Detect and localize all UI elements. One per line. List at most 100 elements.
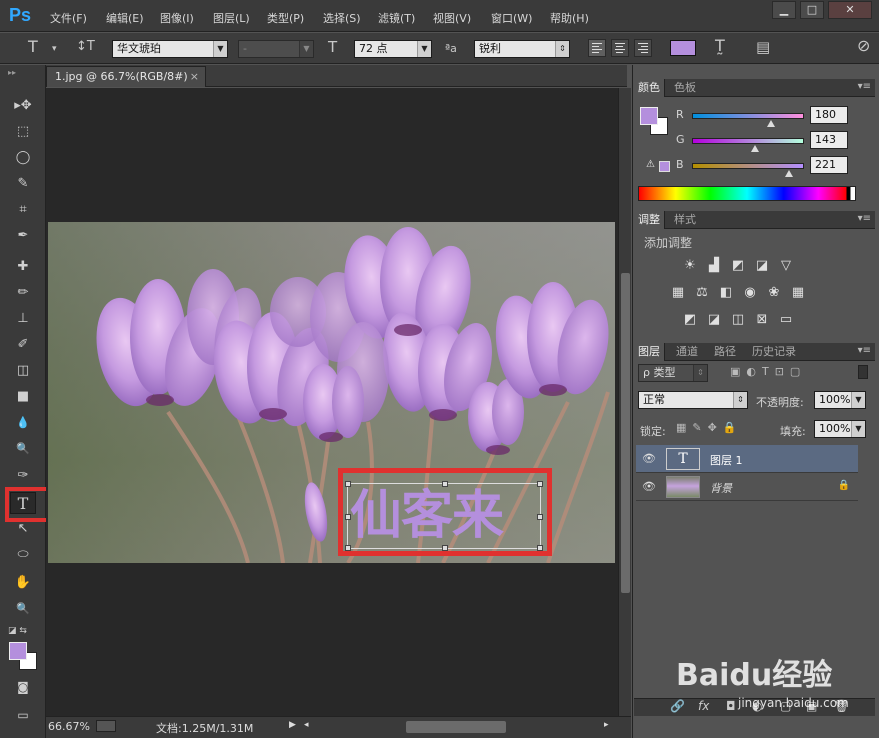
foreground-color-front[interactable] (9, 642, 27, 660)
opacity-input[interactable]: 100% ▼ (814, 391, 866, 409)
horizontal-scrollbar-thumb[interactable] (406, 721, 506, 733)
lock-icons[interactable]: ▦✎✥🔒 (676, 421, 743, 434)
gradient-tool-icon[interactable]: ■ (10, 386, 36, 408)
collapse-icon[interactable]: ▸▸ (8, 68, 16, 77)
color-spectrum-ramp[interactable] (638, 186, 856, 201)
brush-tool-icon[interactable]: ✏ (10, 282, 36, 304)
threshold-icon[interactable]: ◫ (730, 312, 746, 328)
default-colors-icon[interactable]: ◪ ⇆ (8, 626, 27, 636)
hand-tool-icon[interactable]: ✋ (10, 572, 36, 594)
font-style-select[interactable]: - ▼ (238, 40, 314, 58)
healing-tool-icon[interactable]: ✚ (10, 256, 36, 278)
quick-select-tool-icon[interactable]: ✎ (10, 173, 36, 195)
toggle-orientation-icon[interactable]: ↕T (76, 40, 95, 54)
tab-swatches[interactable]: 色板 (670, 79, 700, 97)
blend-mode-select[interactable]: 正常 ⇕ (638, 391, 748, 409)
eyedropper-tool-icon[interactable]: ✒ (10, 225, 36, 247)
layer-row-text[interactable]: 👁 T 图层 1 (636, 445, 858, 473)
panel-menu-icon[interactable]: ▾≡ (858, 213, 871, 224)
tab-paths[interactable]: 路径 (710, 343, 740, 361)
menu-window[interactable]: 窗口(W) (491, 10, 532, 26)
tab-channels[interactable]: 通道 (672, 343, 702, 361)
hue-saturation-icon[interactable]: ▦ (670, 285, 686, 301)
fill-input[interactable]: 100% ▼ (814, 420, 866, 438)
antialias-select[interactable]: 锐利 ⇕ (474, 40, 570, 58)
foreground-color-swatch[interactable] (640, 107, 658, 125)
warp-text-icon[interactable]: T̰ (715, 38, 725, 54)
zoom-level[interactable]: 66.67% (48, 720, 90, 733)
align-right-button[interactable] (634, 39, 652, 57)
layer-name[interactable]: 背景 (710, 480, 732, 496)
tab-history[interactable]: 历史记录 (748, 343, 800, 361)
add-mask-icon[interactable]: ◘ (726, 699, 736, 713)
tab-styles[interactable]: 样式 (670, 211, 700, 229)
menu-edit[interactable]: 编辑(E) (106, 10, 144, 26)
panel-menu-icon[interactable]: ▾≡ (858, 345, 871, 356)
menu-layer[interactable]: 图层(L) (213, 10, 250, 26)
color-balance-icon[interactable]: ⚖ (694, 285, 710, 301)
posterize-icon[interactable]: ◪ (706, 312, 722, 328)
menu-type[interactable]: 类型(P) (267, 10, 304, 26)
screen-mode-icon[interactable]: ▭ (10, 704, 36, 726)
tab-layers[interactable]: 图层 (634, 343, 665, 361)
filter-toggle[interactable] (858, 365, 868, 379)
scrollbar-thumb[interactable] (621, 273, 630, 593)
visibility-eye-icon[interactable]: 👁 (642, 452, 656, 466)
channel-mixer-icon[interactable]: ❀ (766, 285, 782, 301)
history-brush-tool-icon[interactable]: ✐ (10, 334, 36, 356)
green-slider-thumb[interactable] (750, 145, 759, 152)
gamut-color-chip[interactable] (659, 161, 670, 172)
text-color-swatch[interactable] (670, 40, 696, 56)
invert-icon[interactable]: ◩ (682, 312, 698, 328)
status-preview-icon[interactable] (96, 720, 116, 732)
dodge-tool-icon[interactable]: 🔍 (10, 438, 36, 460)
green-value-input[interactable]: 143 (810, 131, 848, 149)
close-icon[interactable]: × (190, 67, 199, 86)
levels-icon[interactable]: ▟ (706, 258, 722, 274)
visibility-eye-icon[interactable]: 👁 (642, 480, 656, 494)
crop-tool-icon[interactable]: ⌗ (10, 199, 36, 221)
menu-filter[interactable]: 滤镜(T) (378, 10, 415, 26)
tab-color[interactable]: 颜色 (634, 79, 665, 97)
gradient-map-icon[interactable]: ▭ (778, 312, 794, 328)
vertical-scrollbar[interactable] (618, 88, 631, 716)
selective-color-icon[interactable]: ⊠ (754, 312, 770, 328)
type-tool-icon[interactable]: T (28, 39, 38, 55)
align-left-button[interactable] (588, 39, 606, 57)
eraser-tool-icon[interactable]: ◫ (10, 360, 36, 382)
close-button[interactable]: ✕ (828, 1, 872, 19)
layer-filter-select[interactable]: ρ 类型 ⇕ (638, 364, 708, 382)
cancel-icon[interactable]: ⊘ (857, 38, 870, 54)
move-tool-icon[interactable]: ▸✥ (10, 95, 36, 117)
red-slider-thumb[interactable] (767, 120, 776, 127)
menu-file[interactable]: 文件(F) (50, 10, 87, 26)
layer-name[interactable]: 图层 1 (710, 452, 743, 468)
photo-filter-icon[interactable]: ◉ (742, 285, 758, 301)
scroll-left-icon[interactable]: ◂ (304, 720, 309, 730)
blur-tool-icon[interactable]: 💧 (10, 412, 36, 434)
font-size-select[interactable]: 72 点 ▼ (354, 40, 432, 58)
menu-image[interactable]: 图像(I) (160, 10, 194, 26)
vibrance-icon[interactable]: ▽ (778, 258, 794, 274)
exposure-icon[interactable]: ◪ (754, 258, 770, 274)
blue-value-input[interactable]: 221 (810, 156, 848, 174)
lasso-tool-icon[interactable]: ◯ (10, 147, 36, 169)
ellipse-tool-icon[interactable]: ⬭ (10, 544, 36, 566)
status-menu-arrow[interactable]: ▶ (289, 720, 296, 730)
align-center-button[interactable] (611, 39, 629, 57)
curves-icon[interactable]: ◩ (730, 258, 746, 274)
link-layers-icon[interactable]: 🔗 (670, 699, 685, 713)
restore-button[interactable]: □ (800, 1, 824, 19)
document-tab[interactable]: 1.jpg @ 66.7%(RGB/8#) × (46, 66, 206, 87)
panel-menu-icon[interactable]: ▾≡ (858, 81, 871, 92)
brightness-icon[interactable]: ☀ (682, 258, 698, 274)
blue-slider-thumb[interactable] (785, 170, 794, 177)
character-panel-icon[interactable]: ▤ (756, 40, 770, 55)
color-lookup-icon[interactable]: ▦ (790, 285, 806, 301)
stamp-tool-icon[interactable]: ⊥ (10, 308, 36, 330)
gamut-warning-icon[interactable]: ⚠ (646, 159, 655, 170)
menu-view[interactable]: 视图(V) (433, 10, 471, 26)
tab-adjustments[interactable]: 调整 (634, 211, 665, 229)
menu-help[interactable]: 帮助(H) (550, 10, 589, 26)
layer-row-background[interactable]: 👁 背景 🔒 (636, 473, 858, 501)
